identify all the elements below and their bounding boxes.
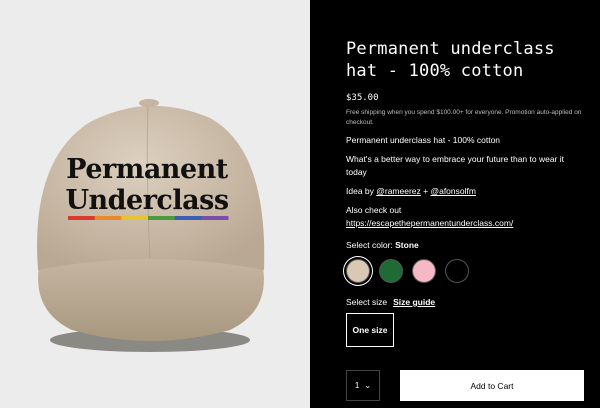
color-label: Select color: Stone (346, 240, 586, 250)
color-swatch-black[interactable] (445, 259, 469, 283)
product-image: Permanent Underclass (0, 0, 310, 408)
title-line-2: hat - 100% cotton (346, 61, 524, 81)
description-line: Permanent underclass hat - 100% cotton (346, 135, 501, 145)
stripe-segment (174, 216, 202, 220)
hat-text-line2: Underclass (65, 185, 228, 216)
stripe-segment (121, 216, 149, 220)
also-check: Also check out https://escapethepermanen… (346, 204, 586, 230)
product-page: Permanent Underclass Permanent underclas… (0, 0, 600, 408)
selected-color-name: Stone (395, 240, 419, 250)
size-option-one-size[interactable]: One size (346, 313, 394, 347)
color-swatch-green[interactable] (379, 259, 403, 283)
shipping-note: Free shipping when you spend $100.00+ fo… (346, 109, 582, 126)
size-guide-link[interactable]: Size guide (393, 297, 435, 307)
product-info: Permanent underclass hat - 100% cotton $… (310, 0, 600, 408)
also-check-label: Also check out (346, 205, 402, 215)
size-row: Select size Size guide (346, 297, 586, 307)
author-link-afonsolfm[interactable]: @afonsolfm (430, 186, 475, 196)
quantity-select[interactable]: 1 ⌄ (346, 370, 380, 401)
hat-button (139, 99, 159, 107)
author-link-rameerez[interactable]: @rameerez (376, 186, 421, 196)
add-to-cart-button[interactable]: Add to Cart (400, 370, 584, 401)
color-label-text: Select color: (346, 240, 396, 250)
credits-prefix: Idea by (346, 186, 377, 196)
color-swatch-pink[interactable] (412, 259, 436, 283)
credits: Idea by @rameerez + @afonsolfm (346, 185, 586, 198)
external-site-link[interactable]: https://escapethepermanentunderclass.com… (346, 218, 513, 228)
size-label: Select size (346, 297, 388, 307)
product-price: $35.00 (346, 93, 379, 103)
cart-row: 1 ⌄ Add to Cart (346, 370, 584, 401)
color-swatches (346, 259, 586, 283)
stripe-segment (94, 216, 122, 220)
stripe-segment (68, 216, 96, 220)
chevron-down-icon: ⌄ (364, 381, 372, 390)
stripe-segment (148, 216, 176, 220)
tagline: What's a better way to embrace your futu… (346, 154, 565, 177)
title-line-1: Permanent underclass (346, 39, 555, 59)
rainbow-stripe (68, 216, 229, 220)
product-title: Permanent underclass hat - 100% cotton (346, 38, 586, 82)
hat-text-line1: Permanent (66, 154, 228, 185)
quantity-value: 1 (354, 381, 360, 390)
color-swatch-stone[interactable] (346, 259, 370, 283)
stripe-segment (201, 216, 229, 220)
hat-illustration: Permanent Underclass (37, 99, 265, 352)
